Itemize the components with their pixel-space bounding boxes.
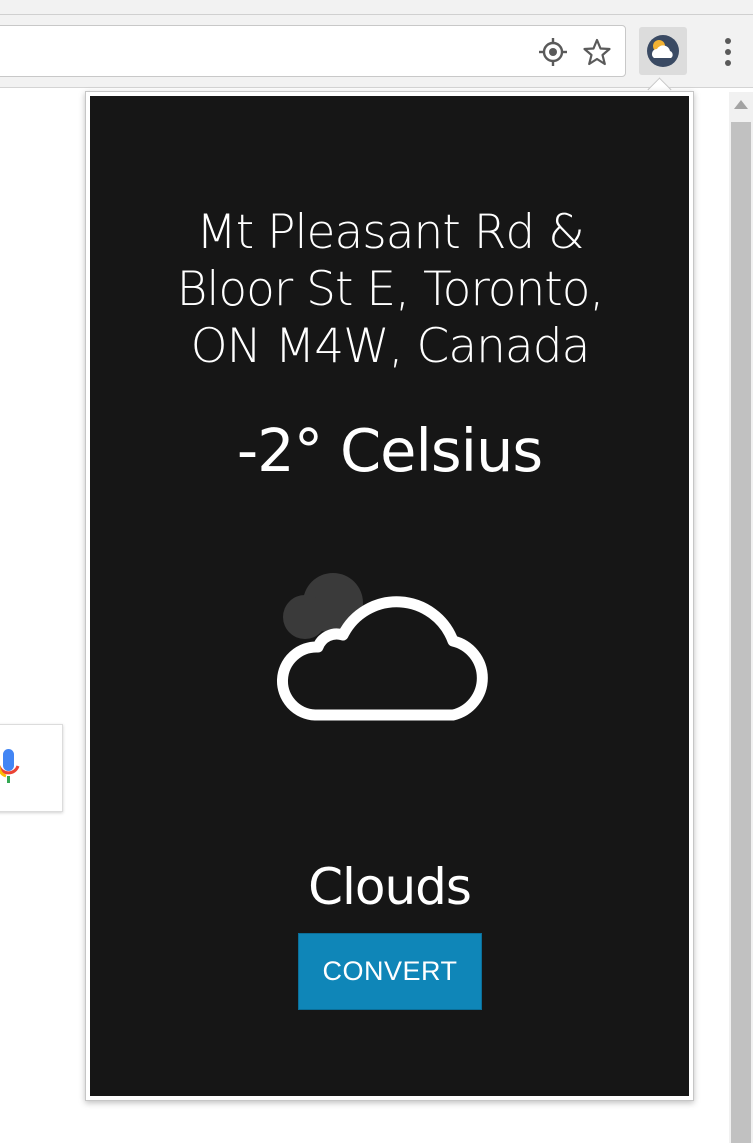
location-text: Mt Pleasant Rd & Bloor St E, Toronto, ON… [176, 205, 605, 374]
star-icon[interactable] [582, 37, 612, 67]
browser-toolbar [0, 0, 753, 88]
location-target-icon[interactable] [538, 37, 568, 67]
tabstrip-divider [0, 14, 753, 15]
weather-popup: Mt Pleasant Rd & Bloor St E, Toronto, ON… [85, 91, 694, 1101]
cloud-icon [277, 573, 488, 721]
scrollbar-thumb[interactable] [731, 122, 751, 1143]
convert-button[interactable]: CONVERT [298, 933, 482, 1010]
microphone-icon[interactable] [0, 749, 25, 793]
weather-extension-button[interactable] [639, 27, 687, 75]
vertical-dots-icon[interactable] [716, 34, 740, 70]
temperature-text: -2° Celsius [236, 416, 543, 485]
search-box[interactable] [0, 724, 63, 812]
weather-panel: Mt Pleasant Rd & Bloor St E, Toronto, ON… [90, 96, 689, 1096]
condition-text: Clouds [308, 858, 472, 916]
address-bar[interactable] [0, 25, 626, 77]
weather-cloud-icon [647, 35, 679, 67]
scroll-up-arrow[interactable] [734, 100, 748, 109]
